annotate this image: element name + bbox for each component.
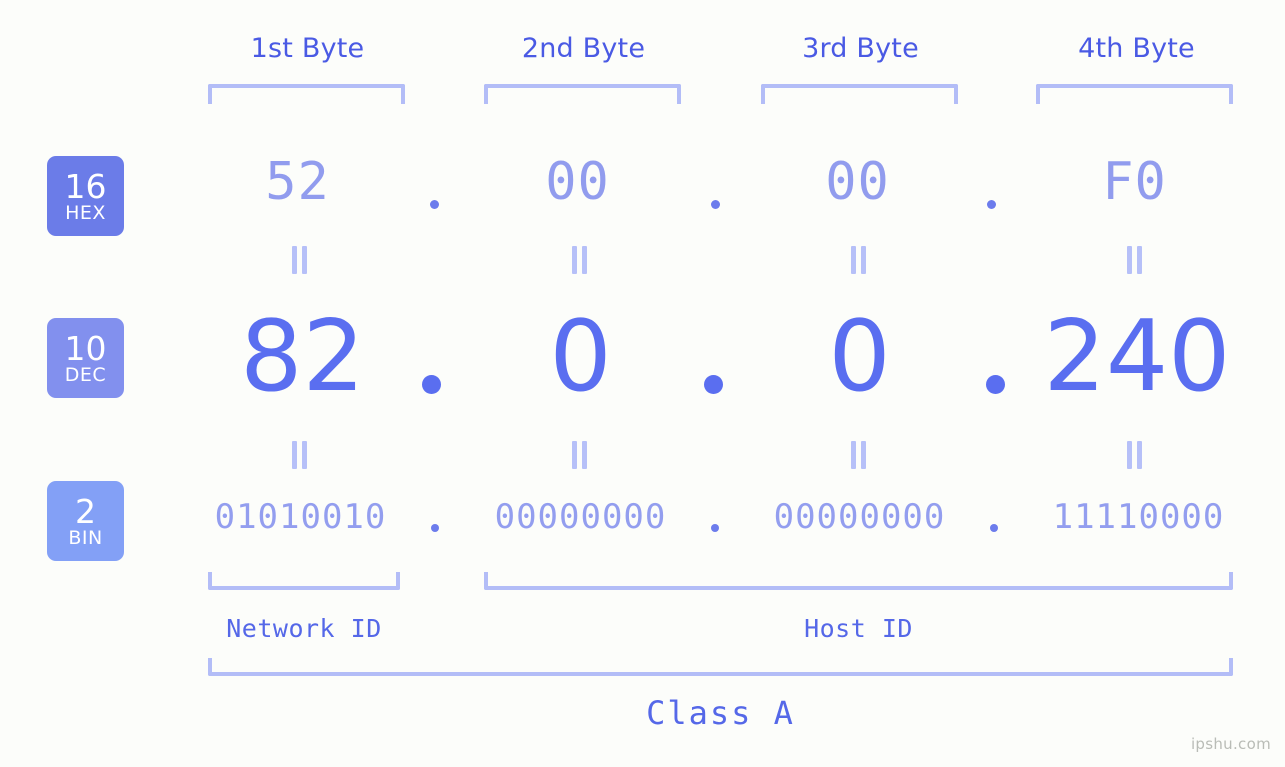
radix-badge-bin-name: BIN: [68, 526, 103, 549]
dec-separator-dot-1: [422, 375, 441, 394]
dec-value-byte-3: 0: [828, 300, 891, 414]
hex-value-byte-2: 00: [545, 152, 610, 212]
byte-bracket-top-2: [484, 84, 681, 104]
bin-value-byte-1: 01010010: [214, 497, 387, 537]
radix-badge-dec-name: DEC: [64, 363, 107, 386]
network-id-bracket: [208, 572, 400, 590]
bin-separator-dot-3: [990, 524, 998, 532]
network-id-label: Network ID: [226, 614, 382, 643]
equals-symbol-hex-dec-4: [1127, 246, 1143, 274]
watermark: ipshu.com: [1190, 735, 1271, 753]
equals-symbol-dec-bin-4: [1127, 441, 1143, 469]
equals-symbol-hex-dec-3: [851, 246, 867, 274]
byte-header-2: 2nd Byte: [521, 33, 646, 64]
hex-value-byte-1: 52: [265, 152, 330, 212]
radix-badge-bin-number: 2: [75, 491, 96, 531]
equals-symbol-dec-bin-3: [851, 441, 867, 469]
byte-header-1: 1st Byte: [250, 33, 365, 64]
dec-value-byte-1: 82: [240, 300, 365, 414]
radix-badge-bin: 2 BIN: [47, 481, 124, 561]
radix-badge-hex-number: 16: [64, 166, 107, 206]
host-id-bracket: [484, 572, 1233, 590]
dec-separator-dot-2: [704, 375, 723, 394]
hex-separator-dot-2: [711, 200, 720, 209]
radix-badge-dec: 10 DEC: [47, 318, 124, 398]
equals-symbol-hex-dec-1: [292, 246, 308, 274]
diagram-canvas: 1st Byte 2nd Byte 3rd Byte 4th Byte 16 H…: [0, 0, 1285, 767]
hex-separator-dot-3: [987, 200, 996, 209]
byte-bracket-top-4: [1036, 84, 1233, 104]
bin-separator-dot-1: [431, 524, 439, 532]
hex-separator-dot-1: [430, 200, 439, 209]
bin-value-byte-3: 00000000: [773, 497, 946, 537]
radix-badge-dec-number: 10: [64, 328, 107, 368]
hex-value-byte-3: 00: [825, 152, 890, 212]
equals-symbol-hex-dec-2: [572, 246, 588, 274]
bin-value-byte-4: 11110000: [1052, 497, 1225, 537]
bin-value-byte-2: 00000000: [494, 497, 667, 537]
radix-badge-hex: 16 HEX: [47, 156, 124, 236]
dec-separator-dot-3: [986, 375, 1005, 394]
hex-value-byte-4: F0: [1102, 152, 1167, 212]
equals-symbol-dec-bin-1: [292, 441, 308, 469]
byte-bracket-top-1: [208, 84, 405, 104]
radix-badge-hex-name: HEX: [65, 201, 106, 224]
class-bracket: [208, 658, 1233, 676]
byte-header-3: 3rd Byte: [802, 33, 919, 64]
byte-bracket-top-3: [761, 84, 958, 104]
dec-value-byte-2: 0: [549, 300, 612, 414]
class-label: Class A: [646, 694, 795, 732]
byte-header-4: 4th Byte: [1078, 33, 1195, 64]
bin-separator-dot-2: [711, 524, 719, 532]
equals-symbol-dec-bin-2: [572, 441, 588, 469]
dec-value-byte-4: 240: [1043, 300, 1231, 414]
host-id-label: Host ID: [804, 614, 913, 643]
